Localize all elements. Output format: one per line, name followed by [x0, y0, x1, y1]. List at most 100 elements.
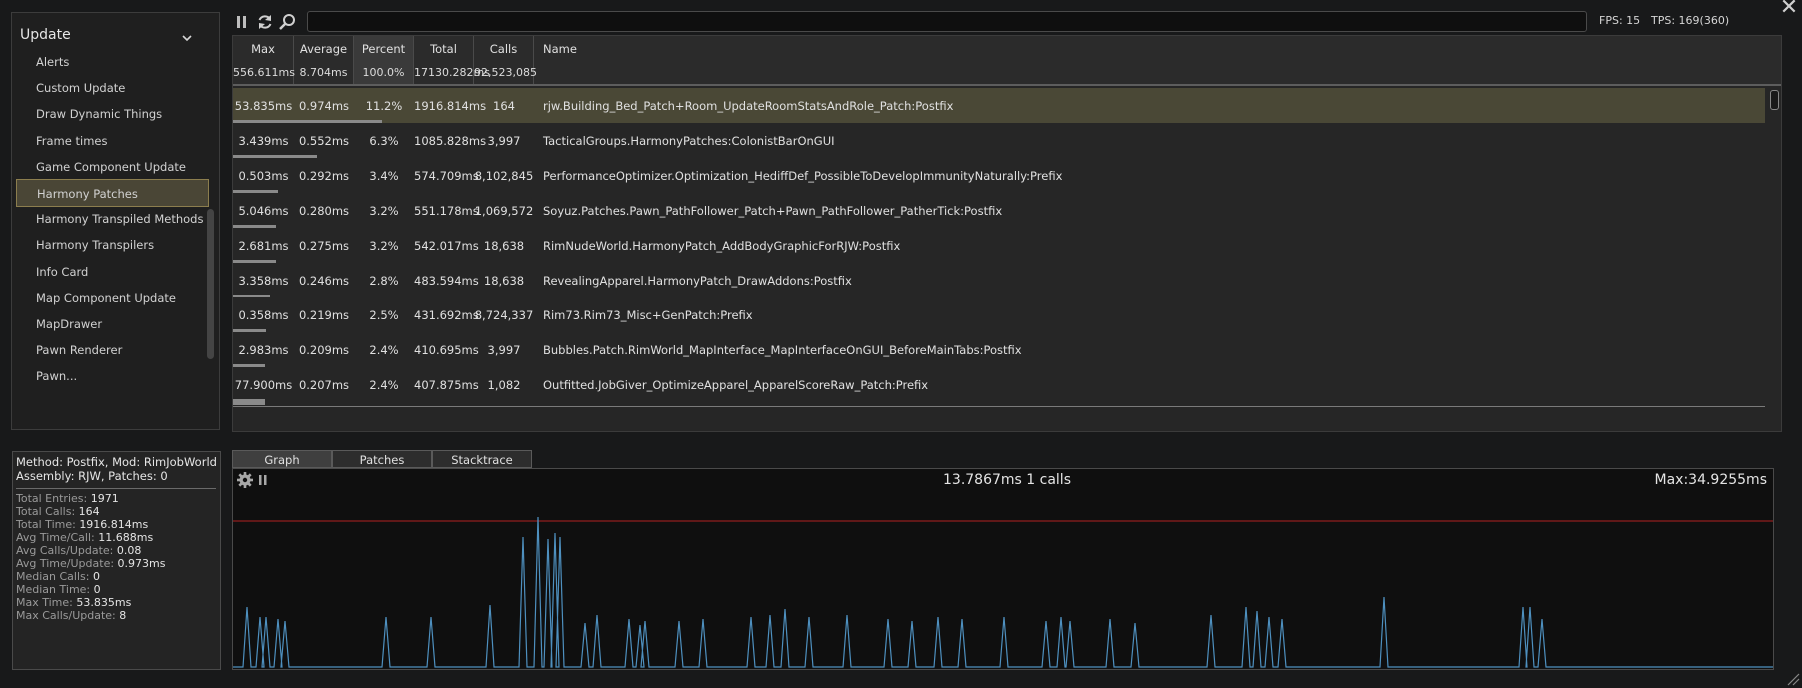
- cell-calls: 3,997: [487, 343, 521, 358]
- fps-readout: FPS: 15: [1599, 14, 1641, 27]
- category-item[interactable]: Info Card: [16, 258, 209, 286]
- cell-pct: 2.4%: [369, 378, 399, 393]
- cell-name: RimNudeWorld.HarmonyPatch_AddBodyGraphic…: [543, 238, 901, 253]
- stat-label: Avg Time/Call:: [16, 531, 95, 544]
- column-header-total[interactable]: Total 17130.282ms: [414, 36, 490, 84]
- category-item[interactable]: Pawn...: [16, 362, 209, 390]
- column-sum: 100.0%: [362, 66, 405, 79]
- divider: [16, 488, 216, 489]
- stat-label: Max Calls/Update:: [16, 609, 116, 622]
- cell-avg: 0.292ms: [298, 168, 350, 183]
- cell-name: Rim73.Rim73_Misc+GenPatch:Prefix: [543, 308, 753, 323]
- percent-bar: [233, 399, 265, 406]
- category-item[interactable]: Harmony Transpiled Methods: [16, 205, 209, 233]
- column-sum: 8.704ms: [299, 66, 348, 79]
- cell-calls: 8,724,337: [474, 308, 534, 323]
- column-sum: 92,523,085: [474, 66, 537, 79]
- column-header-max[interactable]: Max 556.611ms: [233, 36, 295, 84]
- cell-max: 53.835ms: [234, 99, 293, 113]
- cell-name: TacticalGroups.HarmonyPatches:ColonistBa…: [543, 133, 835, 148]
- refresh-icon[interactable]: [255, 12, 275, 32]
- tab-stacktrace[interactable]: Stacktrace: [432, 450, 532, 468]
- column-label: Average: [299, 42, 348, 56]
- category-item[interactable]: Alerts: [16, 48, 209, 76]
- resize-grip-icon[interactable]: [1784, 670, 1800, 686]
- cell-max: 5.046ms: [238, 203, 289, 218]
- column-header-average[interactable]: Average 8.704ms: [294, 36, 354, 84]
- cell-name: Soyuz.Patches.Pawn_PathFollower_Patch+Pa…: [543, 203, 1003, 218]
- cell-avg: 0.974ms: [298, 99, 350, 113]
- column-label: Total: [430, 42, 457, 56]
- stat-label: Median Calls:: [16, 570, 90, 583]
- cell-avg: 0.275ms: [298, 238, 350, 253]
- table-scrollbar-thumb[interactable]: [1770, 90, 1779, 110]
- cell-calls: 1,082: [487, 378, 521, 393]
- column-label: Name: [543, 42, 577, 56]
- stat-value: 0: [93, 583, 101, 596]
- tab-graph[interactable]: Graph: [232, 450, 332, 468]
- stat-value: 11.688ms: [98, 531, 154, 544]
- cell-total: 1085.828ms: [414, 133, 487, 148]
- stat-label: Total Calls:: [16, 505, 76, 518]
- category-item[interactable]: Draw Dynamic Things: [16, 100, 209, 128]
- cell-total: 542.017ms: [414, 238, 479, 253]
- method-line: Method: Postfix, Mod: RimJobWorld: [16, 455, 217, 469]
- stat-value: 1916.814ms: [79, 518, 149, 531]
- category-item[interactable]: Harmony Patches: [16, 179, 209, 207]
- cell-name: RevealingApparel.HarmonyPatch_DrawAddons…: [543, 273, 852, 288]
- table-row[interactable]: 77.900ms 0.207ms 2.4% 407.875ms 1,082 Outfitt…: [233, 367, 1765, 408]
- method-info-panel: Method: Postfix, Mod: RimJobWorld Assemb…: [12, 451, 221, 670]
- cell-avg: 0.552ms: [298, 133, 350, 148]
- stat-line: Avg Time/Update: 0.973ms: [16, 557, 165, 570]
- patch-table: Max 556.611ms Average 8.704ms Percent 10…: [232, 35, 1782, 432]
- category-dropdown[interactable]: Update: [12, 13, 200, 47]
- pause-icon[interactable]: [233, 12, 253, 32]
- stat-value: 0.08: [116, 544, 142, 557]
- category-title: Update: [20, 27, 71, 43]
- stat-line: Total Calls: 164: [16, 505, 100, 518]
- category-item[interactable]: MapDrawer: [16, 310, 209, 338]
- cell-max: 0.358ms: [238, 308, 289, 323]
- cell-pct: 2.8%: [369, 273, 399, 288]
- cell-avg: 0.209ms: [298, 343, 350, 358]
- graph-plot: [233, 516, 1773, 668]
- category-item[interactable]: Pawn Renderer: [16, 336, 209, 364]
- column-header-calls[interactable]: Calls 92,523,085: [474, 36, 537, 84]
- tab-patches[interactable]: Patches: [332, 450, 432, 468]
- table-scrollbar[interactable]: [1767, 88, 1781, 431]
- graph-hover-readout: 13.7867ms 1 calls: [943, 472, 1071, 488]
- cell-max: 2.681ms: [238, 238, 289, 253]
- cell-name: rjw.Building_Bed_Patch+Room_UpdateRoomSt…: [543, 99, 954, 113]
- stat-value: 8: [119, 609, 127, 622]
- gear-icon[interactable]: [236, 471, 254, 489]
- column-header-name[interactable]: Name: [534, 36, 1781, 84]
- cell-max: 3.358ms: [238, 273, 289, 288]
- category-scrollbar-thumb[interactable]: [207, 209, 214, 359]
- cell-name: PerformanceOptimizer.Optimization_Hediff…: [543, 168, 1063, 183]
- stat-line: Total Time: 1916.814ms: [16, 518, 148, 531]
- search-input[interactable]: [307, 11, 1587, 32]
- pause-icon[interactable]: [257, 474, 269, 486]
- cell-max: 77.900ms: [234, 378, 293, 393]
- stat-value: 0.973ms: [117, 557, 166, 570]
- stat-label: Total Time:: [16, 518, 76, 531]
- category-scrollbar[interactable]: [204, 13, 218, 429]
- category-item[interactable]: Game Component Update: [16, 153, 209, 181]
- stat-line: Max Calls/Update: 8: [16, 609, 126, 622]
- category-item[interactable]: Harmony Transpilers: [16, 231, 209, 259]
- category-panel: Update Alerts Custom Update Draw Dynamic T…: [11, 12, 220, 430]
- cell-pct: 2.4%: [369, 343, 399, 358]
- cell-pct: 2.5%: [369, 308, 399, 323]
- column-header-percent[interactable]: Percent 100.0%: [354, 36, 414, 84]
- stat-value: 164: [78, 505, 100, 518]
- stat-label: Max Time:: [16, 596, 73, 609]
- cell-pct: 6.3%: [369, 133, 399, 148]
- cell-max: 3.439ms: [238, 133, 289, 148]
- category-item[interactable]: Custom Update: [16, 74, 209, 102]
- cell-calls: 164: [493, 99, 515, 113]
- search-icon[interactable]: [277, 12, 297, 32]
- cell-total: 551.178ms: [414, 203, 479, 218]
- category-item[interactable]: Frame times: [16, 127, 209, 155]
- assembly-line: Assembly: RJW, Patches: 0: [16, 469, 168, 483]
- category-item[interactable]: Map Component Update: [16, 284, 209, 312]
